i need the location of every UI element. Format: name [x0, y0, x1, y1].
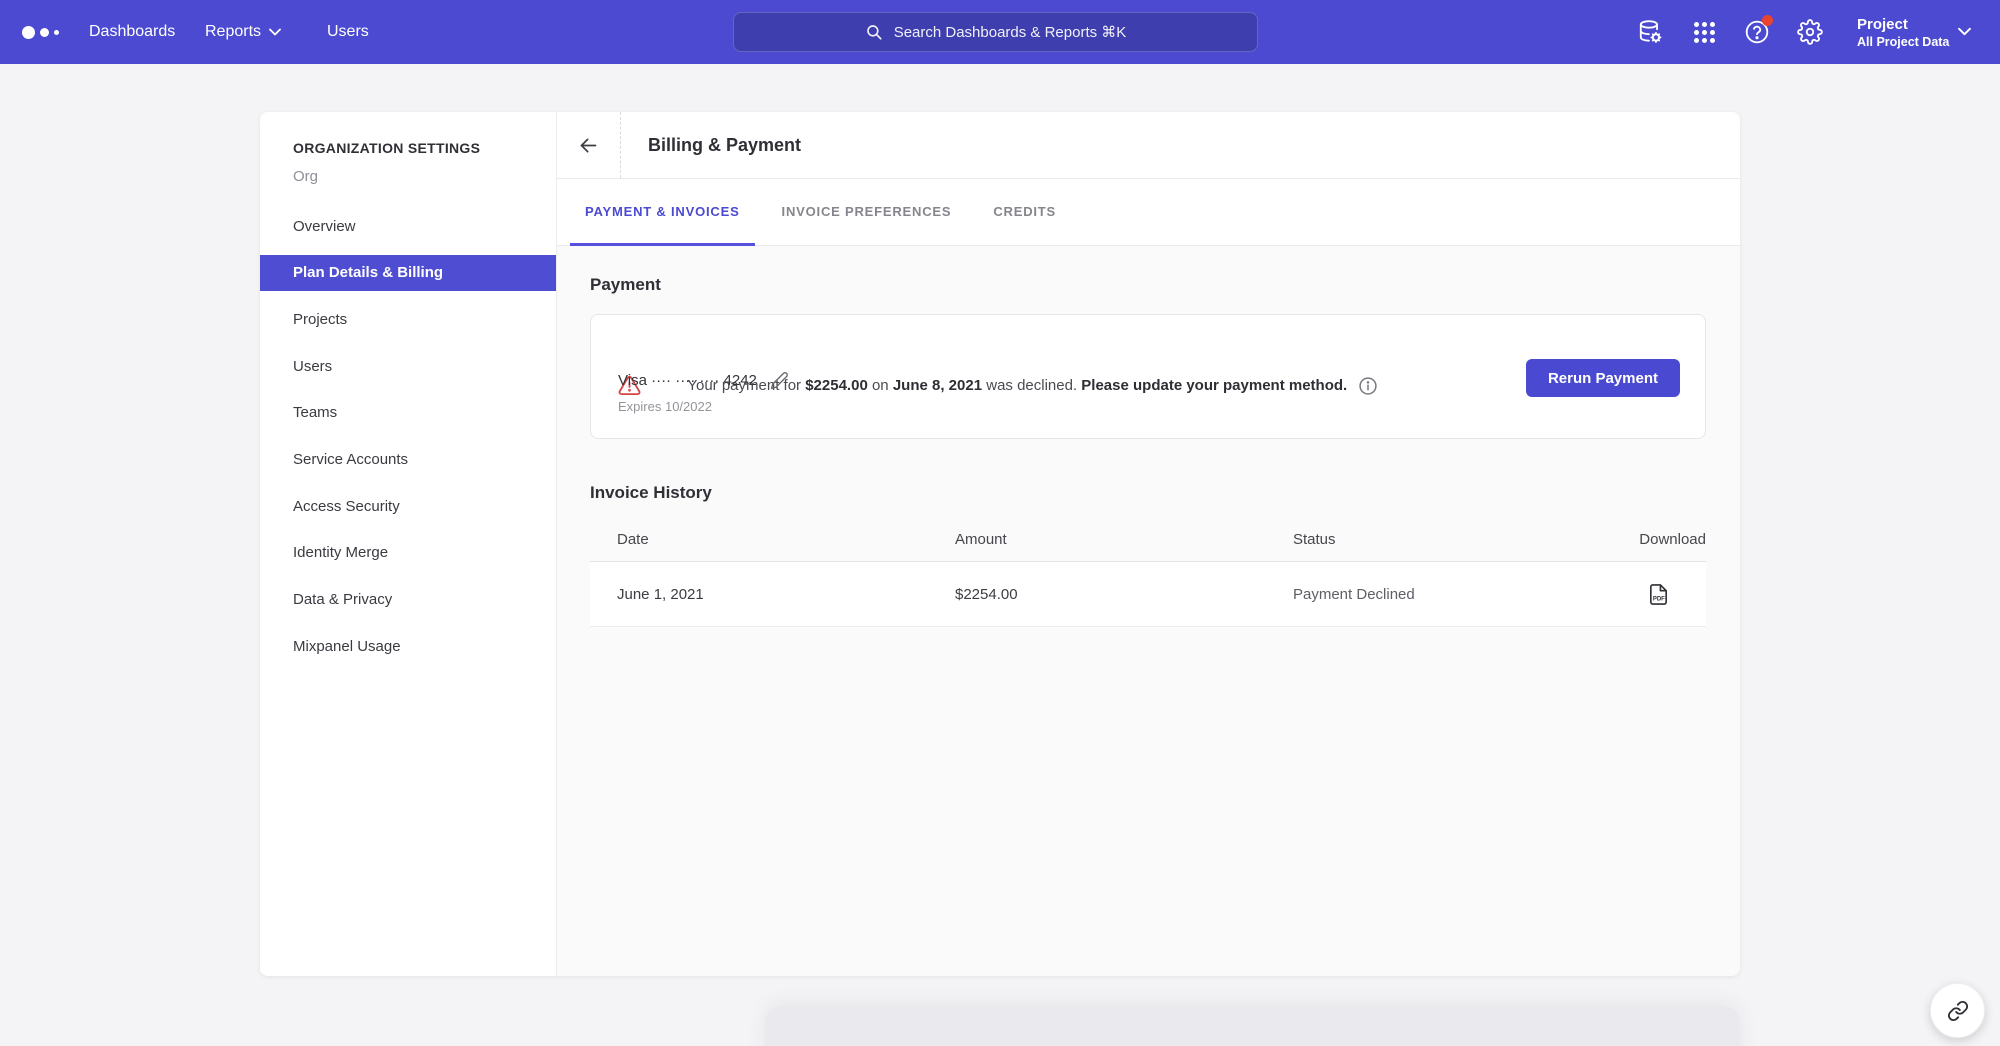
- search-placeholder: Search Dashboards & Reports ⌘K: [894, 23, 1127, 41]
- search-input[interactable]: Search Dashboards & Reports ⌘K: [733, 12, 1258, 52]
- tab-bar: PAYMENT & INVOICES INVOICE PREFERENCES C…: [557, 179, 1740, 246]
- sidebar-item-service-accounts[interactable]: Service Accounts: [260, 442, 556, 478]
- sidebar-item-users[interactable]: Users: [260, 349, 556, 385]
- nav-users[interactable]: Users: [327, 0, 369, 64]
- payment-method-row: Visa ···· ···· ···· 4242: [618, 371, 789, 390]
- nav-reports-label: Reports: [205, 23, 261, 41]
- payment-heading: Payment: [590, 275, 661, 295]
- copy-link-button[interactable]: [1930, 983, 1985, 1038]
- nav-users-label: Users: [327, 23, 369, 41]
- sidebar-item-projects[interactable]: Projects: [260, 302, 556, 338]
- page-header: Billing & Payment: [557, 112, 1740, 179]
- project-value: All Project Data: [1857, 34, 1949, 50]
- col-date: Date: [617, 531, 955, 548]
- data-management-icon[interactable]: [1636, 18, 1664, 46]
- search-icon: [865, 23, 883, 41]
- col-status: Status: [1293, 531, 1634, 548]
- project-selector[interactable]: Project All Project Data: [1857, 0, 1949, 64]
- apps-grid-icon[interactable]: [1690, 18, 1718, 46]
- invoice-date: June 1, 2021: [617, 586, 955, 603]
- tab-body: Payment Your payment for $2254.00 on Jun…: [557, 247, 1740, 976]
- invoice-table: Date Amount Status Download June 1, 2021…: [590, 517, 1706, 627]
- tab-credits[interactable]: CREDITS: [978, 179, 1071, 246]
- sidebar-item-plan-details-billing[interactable]: Plan Details & Billing: [260, 255, 556, 291]
- sidebar-item-data-privacy[interactable]: Data & Privacy: [260, 582, 556, 618]
- payment-declined-alert: Your payment for $2254.00 on June 8, 202…: [590, 314, 1706, 439]
- back-button[interactable]: [557, 112, 621, 178]
- notification-dot: [1762, 15, 1773, 26]
- sidebar-section-title: ORGANIZATION SETTINGS: [293, 140, 480, 156]
- invoice-amount: $2254.00: [955, 586, 1293, 603]
- project-label: Project: [1857, 15, 1949, 34]
- svg-text:PDF: PDF: [1653, 596, 1665, 602]
- chevron-down-icon: [269, 28, 281, 36]
- edit-pencil-icon[interactable]: [770, 371, 789, 390]
- project-chevron-down-icon[interactable]: [1958, 27, 1971, 36]
- invoice-status: Payment Declined: [1293, 586, 1634, 603]
- org-name: Org: [293, 168, 318, 185]
- settings-card: ORGANIZATION SETTINGS Org Overview Plan …: [260, 112, 1740, 976]
- settings-sidebar: ORGANIZATION SETTINGS Org Overview Plan …: [260, 112, 557, 976]
- top-navbar: Dashboards Reports Users Search Dashboar…: [0, 0, 2000, 64]
- mixpanel-logo-dots-icon[interactable]: [22, 0, 59, 64]
- invoice-table-header: Date Amount Status Download: [590, 517, 1706, 561]
- link-icon: [1947, 1000, 1969, 1022]
- nav-dashboards-label: Dashboards: [89, 23, 175, 41]
- settings-content: Billing & Payment PAYMENT & INVOICES INV…: [557, 112, 1740, 976]
- sidebar-item-overview[interactable]: Overview: [260, 209, 556, 245]
- card-summary: Visa ···· ···· ···· 4242: [618, 372, 757, 389]
- app-screen: Dashboards Reports Users Search Dashboar…: [0, 0, 2000, 1046]
- sidebar-item-teams[interactable]: Teams: [260, 395, 556, 431]
- page-title: Billing & Payment: [648, 135, 801, 156]
- arrow-left-icon: [578, 135, 599, 156]
- info-icon[interactable]: [1358, 342, 1416, 430]
- sidebar-item-mixpanel-usage[interactable]: Mixpanel Usage: [260, 629, 556, 665]
- help-icon[interactable]: [1743, 18, 1771, 46]
- rerun-payment-button[interactable]: Rerun Payment: [1526, 359, 1680, 397]
- invoice-history-heading: Invoice History: [590, 483, 712, 503]
- col-download: Download: [1634, 531, 1706, 548]
- col-amount: Amount: [955, 531, 1293, 548]
- tab-invoice-preferences[interactable]: INVOICE PREFERENCES: [767, 179, 967, 246]
- nav-reports[interactable]: Reports: [205, 0, 281, 64]
- table-row: June 1, 2021 $2254.00 Payment Declined P…: [590, 561, 1706, 627]
- pdf-file-icon[interactable]: PDF: [1647, 583, 1706, 606]
- bottom-panel-edge: [765, 1006, 1740, 1046]
- sidebar-item-identity-merge[interactable]: Identity Merge: [260, 535, 556, 571]
- nav-dashboards[interactable]: Dashboards: [89, 0, 175, 64]
- card-expiry: Expires 10/2022: [618, 399, 712, 414]
- tab-payment-invoices[interactable]: PAYMENT & INVOICES: [570, 179, 755, 246]
- sidebar-item-access-security[interactable]: Access Security: [260, 489, 556, 525]
- settings-gear-icon[interactable]: [1796, 18, 1824, 46]
